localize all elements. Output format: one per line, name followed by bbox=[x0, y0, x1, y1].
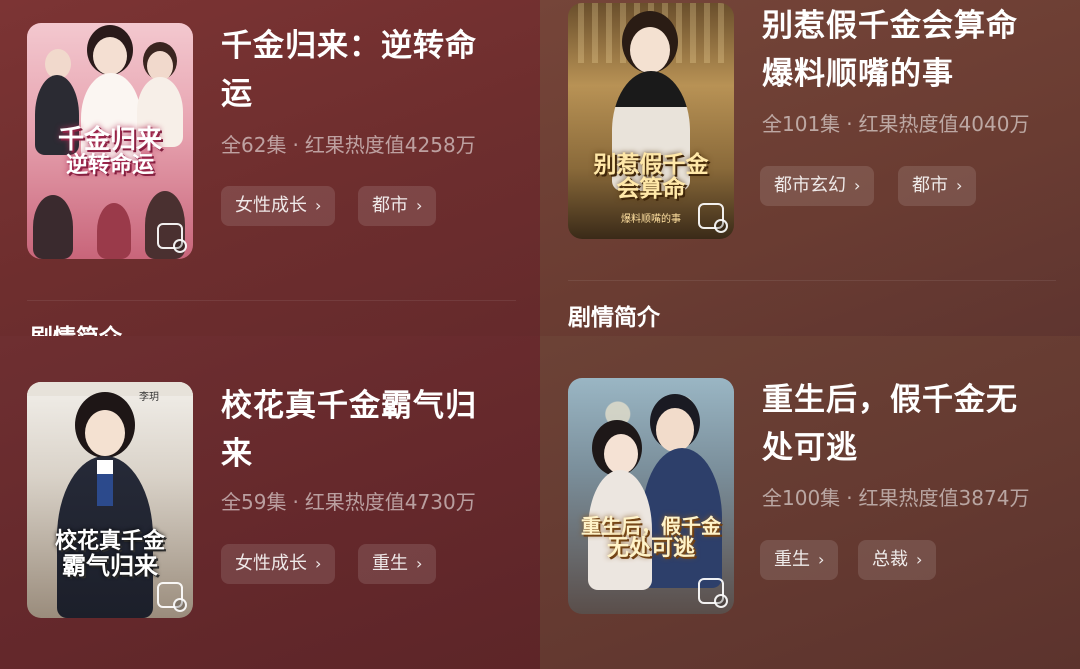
tag-button[interactable]: 总裁 › bbox=[858, 540, 937, 580]
title-line2: 来 bbox=[221, 436, 253, 472]
poster-title-line1: 别惹假千金 bbox=[593, 151, 709, 178]
poster-title-line1: 千金归来 bbox=[57, 125, 162, 155]
tag-button[interactable]: 女性成长 › bbox=[221, 186, 336, 226]
heat-value: 红果热度值3874万 bbox=[858, 486, 1030, 510]
poster-image[interactable]: 千金归来 逆转命运 bbox=[27, 23, 193, 259]
drama-meta: 全59集 · 红果热度值4730万 bbox=[221, 486, 476, 515]
drama-title[interactable]: 千金归来：逆转命 运 bbox=[221, 22, 477, 118]
video-badge-icon bbox=[698, 578, 728, 608]
title-line1: 别惹假千金会算命 bbox=[762, 8, 1018, 44]
drama-meta: 全100集 · 红果热度值3874万 bbox=[762, 482, 1029, 511]
tag-label: 重生 bbox=[774, 549, 810, 570]
section-heading: 剧情简介 bbox=[30, 318, 122, 336]
poster-title-line2: 会算命 bbox=[616, 175, 686, 203]
poster-title-line2: 逆转命运 bbox=[65, 152, 154, 179]
poster-title-line2: 无处可逃 bbox=[606, 535, 695, 561]
episode-count: 全100集 bbox=[762, 486, 841, 510]
divider bbox=[568, 280, 1056, 281]
poster-name: 李玥 bbox=[139, 392, 159, 403]
chevron-right-icon: › bbox=[818, 550, 825, 569]
video-badge-icon bbox=[698, 203, 728, 233]
poster-title-line2: 霸气归来 bbox=[62, 551, 158, 581]
episode-count: 全62集 bbox=[221, 133, 287, 157]
drama-title[interactable]: 别惹假千金会算命 爆料顺嘴的事 bbox=[762, 2, 1018, 98]
drama-card-4[interactable]: 重生后，假千金 无处可逃 重生后，假千金无 处可逃 全100集 · 红果热度值387… bbox=[540, 336, 1080, 669]
tag-label: 都市 bbox=[912, 175, 948, 196]
meta-separator: · bbox=[846, 112, 853, 136]
episode-count: 全101集 bbox=[762, 112, 841, 136]
video-badge-icon bbox=[157, 223, 187, 253]
tag-label: 总裁 bbox=[872, 549, 908, 570]
heat-value: 红果热度值4040万 bbox=[858, 112, 1030, 136]
title-line2: 处可逃 bbox=[762, 430, 858, 466]
tag-label: 女性成长 bbox=[235, 553, 307, 574]
title-line1: 校花真千金霸气归 bbox=[221, 388, 477, 424]
tag-button[interactable]: 女性成长 › bbox=[221, 544, 336, 584]
meta-separator: · bbox=[292, 133, 299, 157]
chevron-right-icon: › bbox=[315, 196, 322, 215]
meta-separator: · bbox=[292, 490, 299, 514]
tag-label: 重生 bbox=[372, 553, 408, 574]
divider bbox=[27, 300, 516, 301]
tag-button[interactable]: 都市 › bbox=[898, 166, 977, 206]
title-line2: 运 bbox=[221, 76, 253, 112]
meta-separator: · bbox=[846, 486, 853, 510]
drama-card-1[interactable]: 千金归来 逆转命运 千金归来：逆转命 运 全62集 · 红果热度值4258万 女性成… bbox=[0, 0, 540, 336]
poster-title-line1: 校花真千金 bbox=[54, 528, 165, 554]
drama-title[interactable]: 校花真千金霸气归 来 bbox=[221, 382, 477, 478]
poster-image[interactable]: 别惹假千金 会算命 爆料顺嘴的事 bbox=[568, 3, 734, 239]
poster-title-line1: 重生后，假千金 bbox=[581, 514, 721, 538]
title-line1: 千金归来：逆转命 bbox=[221, 28, 477, 64]
poster-image[interactable]: 重生后，假千金 无处可逃 bbox=[568, 378, 734, 614]
drama-card-3[interactable]: 李玥 校花真千金 霸气归来 校花真千金霸气归 来 全59集 · 红果热度值4730万… bbox=[0, 336, 540, 669]
episode-count: 全59集 bbox=[221, 490, 287, 514]
tag-button[interactable]: 都市 › bbox=[358, 186, 437, 226]
drama-meta: 全101集 · 红果热度值4040万 bbox=[762, 108, 1029, 137]
video-badge-icon bbox=[157, 582, 187, 612]
chevron-right-icon: › bbox=[416, 554, 423, 573]
tag-button[interactable]: 重生 › bbox=[760, 540, 839, 580]
chevron-right-icon: › bbox=[854, 176, 861, 195]
title-line1: 重生后，假千金无 bbox=[762, 382, 1018, 418]
poster-image[interactable]: 李玥 校花真千金 霸气归来 bbox=[27, 382, 193, 618]
chevron-right-icon: › bbox=[956, 176, 963, 195]
chevron-right-icon: › bbox=[315, 554, 322, 573]
section-heading: 剧情简介 bbox=[568, 305, 660, 331]
tag-label: 都市玄幻 bbox=[774, 175, 846, 196]
title-line2: 爆料顺嘴的事 bbox=[762, 56, 954, 92]
chevron-right-icon: › bbox=[916, 550, 923, 569]
tag-button[interactable]: 都市玄幻 › bbox=[760, 166, 875, 206]
tag-label: 都市 bbox=[372, 195, 408, 216]
drama-card-2[interactable]: 别惹假千金 会算命 爆料顺嘴的事 别惹假千金会算命 爆料顺嘴的事 全101集 · 红… bbox=[540, 0, 1080, 336]
drama-title[interactable]: 重生后，假千金无 处可逃 bbox=[762, 376, 1018, 472]
tag-button[interactable]: 重生 › bbox=[358, 544, 437, 584]
heat-value: 红果热度值4730万 bbox=[304, 490, 476, 514]
drama-meta: 全62集 · 红果热度值4258万 bbox=[221, 129, 476, 158]
heat-value: 红果热度值4258万 bbox=[304, 133, 476, 157]
chevron-right-icon: › bbox=[416, 196, 423, 215]
tag-label: 女性成长 bbox=[235, 195, 307, 216]
